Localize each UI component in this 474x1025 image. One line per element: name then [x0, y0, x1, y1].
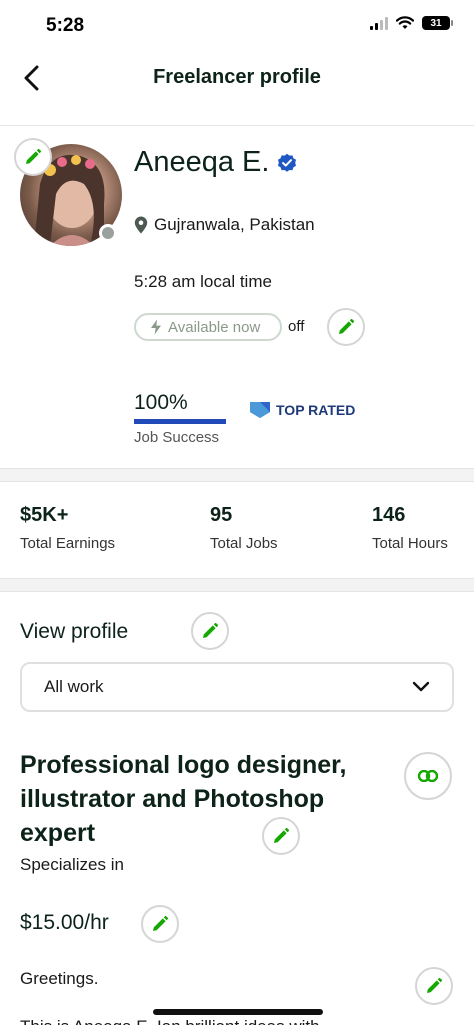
edit-bio-button[interactable]	[415, 967, 453, 1005]
stat-label: Total Jobs	[210, 535, 278, 552]
pencil-icon	[26, 148, 42, 164]
edit-availability-button[interactable]	[327, 308, 365, 346]
availability-state: off	[288, 318, 305, 335]
stat-value: $5K+	[20, 504, 69, 526]
section-divider	[0, 468, 474, 482]
lightning-icon	[151, 319, 161, 335]
pencil-icon	[427, 977, 443, 993]
pencil-icon	[153, 915, 169, 931]
work-filter-dropdown[interactable]: All work	[20, 662, 454, 712]
job-success-bar	[134, 419, 226, 424]
location-text: Gujranwala, Pakistan	[154, 215, 315, 234]
share-link-button[interactable]	[404, 752, 452, 800]
job-success-label: Job Success	[134, 429, 220, 446]
stat-value: 146	[372, 504, 406, 526]
online-status-indicator	[99, 224, 117, 242]
location: Gujranwala, Pakistan	[134, 215, 315, 235]
profile-headline: Professional logo designer, illustrator …	[20, 751, 347, 847]
verified-badge-icon	[278, 153, 297, 172]
profile-name: Aneeqa E.	[134, 146, 297, 179]
availability-label: Available now	[168, 318, 261, 336]
status-time: 5:28	[46, 15, 85, 36]
nav-bar: Freelancer profile	[0, 48, 474, 126]
profile-header-card: Aneeqa E. Gujranwala, Pakistan 5:28 am l…	[0, 126, 474, 468]
pencil-icon	[339, 318, 355, 334]
stats-row: $5K+ Total Earnings 95 Total Jobs 146 To…	[0, 482, 474, 578]
stat-value: 95	[210, 504, 233, 526]
pencil-icon	[274, 827, 290, 843]
wifi-icon	[396, 16, 414, 29]
stat-total-earnings: $5K+ Total Earnings	[20, 504, 115, 552]
top-rated-badge: TOP RATED	[250, 401, 355, 419]
edit-profile-button[interactable]	[191, 612, 229, 650]
location-pin-icon	[134, 216, 148, 234]
link-icon	[418, 770, 438, 782]
stat-label: Total Earnings	[20, 535, 116, 552]
section-divider	[0, 578, 474, 592]
cellular-signal-icon	[370, 16, 388, 30]
top-rated-label: TOP RATED	[276, 402, 356, 418]
edit-headline-button[interactable]	[262, 817, 300, 855]
availability-badge[interactable]: Available now	[134, 313, 282, 341]
edit-photo-button[interactable]	[14, 138, 52, 176]
local-time: 5:28 am local time	[134, 272, 272, 291]
job-success-value: 100%	[134, 391, 188, 414]
bio-text: This is Aneeqa E. Ian brilliant ideas wi…	[20, 1017, 320, 1025]
battery-icon: 31	[422, 16, 453, 30]
stat-total-jobs: 95 Total Jobs	[210, 504, 278, 552]
status-bar: 5:28 31	[0, 0, 474, 48]
view-profile-heading: View profile	[20, 620, 129, 643]
top-rated-icon	[250, 402, 270, 418]
stat-label: Total Hours	[372, 535, 448, 552]
pencil-icon	[203, 622, 219, 638]
page-title: Freelancer profile	[153, 66, 321, 88]
status-icons: 31	[370, 16, 453, 30]
home-indicator[interactable]	[153, 1009, 323, 1015]
profile-details-section: View profile All work Professional logo …	[0, 592, 474, 1025]
edit-rate-button[interactable]	[141, 905, 179, 943]
chevron-down-icon	[412, 681, 430, 692]
specializes-label: Specializes in	[20, 855, 124, 874]
profile-name-text: Aneeqa E.	[134, 146, 270, 178]
dropdown-value: All work	[44, 677, 104, 696]
hourly-rate: $15.00/hr	[20, 911, 109, 934]
stat-total-hours: 146 Total Hours	[372, 504, 448, 552]
bio-greeting: Greetings.	[20, 969, 99, 988]
